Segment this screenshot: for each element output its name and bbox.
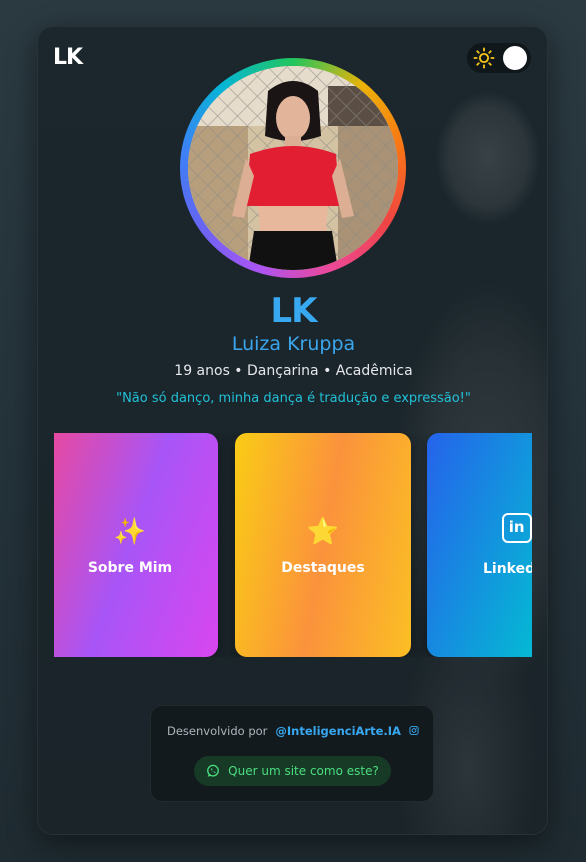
card-label: LinkedIn bbox=[483, 561, 532, 577]
developed-by-label: Desenvolvido por bbox=[167, 723, 268, 738]
sun-icon bbox=[473, 47, 495, 69]
developer-credit: Desenvolvido por @InteligenciArte.IA bbox=[167, 723, 419, 738]
theme-toggle[interactable] bbox=[467, 43, 531, 73]
brand-logo[interactable]: LK bbox=[53, 45, 83, 70]
footer-panel: Desenvolvido por @InteligenciArte.IA Que… bbox=[150, 705, 434, 802]
card-label: Sobre Mim bbox=[87, 560, 173, 576]
profile-subtitle: 19 anos • Dançarina • Acadêmica bbox=[174, 363, 413, 379]
profile-quote: "Não só danço, minha dança é tradução e … bbox=[116, 391, 471, 406]
card-label: Destaques bbox=[281, 560, 365, 576]
profile-name: Luiza Kruppa bbox=[231, 333, 356, 355]
avatar[interactable] bbox=[188, 66, 398, 270]
toggle-knob[interactable] bbox=[503, 46, 527, 70]
card-sobre-mim[interactable]: ✨ Sobre Mim bbox=[54, 433, 218, 657]
profile-initials: LK bbox=[270, 291, 317, 331]
card-linkedin[interactable]: in LinkedIn bbox=[427, 433, 532, 657]
card-destaques[interactable]: ⭐ Destaques bbox=[235, 433, 411, 657]
whatsapp-cta-button[interactable]: Quer um site como este? bbox=[194, 756, 391, 786]
avatar-photo bbox=[188, 66, 398, 270]
avatar-ring bbox=[180, 58, 406, 278]
sparkles-icon: ✨ bbox=[113, 517, 147, 547]
star-icon: ⭐ bbox=[306, 517, 340, 547]
linkedin-icon: in bbox=[501, 513, 532, 543]
profile-card: LK LK Luiza Kruppa 19 anos • Dançarina •… bbox=[37, 26, 548, 835]
cards-carousel[interactable]: ✨ Sobre Mim ⭐ Destaques in LinkedIn bbox=[54, 433, 532, 657]
whatsapp-cta-label: Quer um site como este? bbox=[228, 764, 379, 778]
instagram-icon[interactable] bbox=[409, 723, 419, 738]
whatsapp-icon bbox=[207, 764, 220, 777]
developer-link[interactable]: @InteligenciArte.IA bbox=[275, 724, 401, 738]
